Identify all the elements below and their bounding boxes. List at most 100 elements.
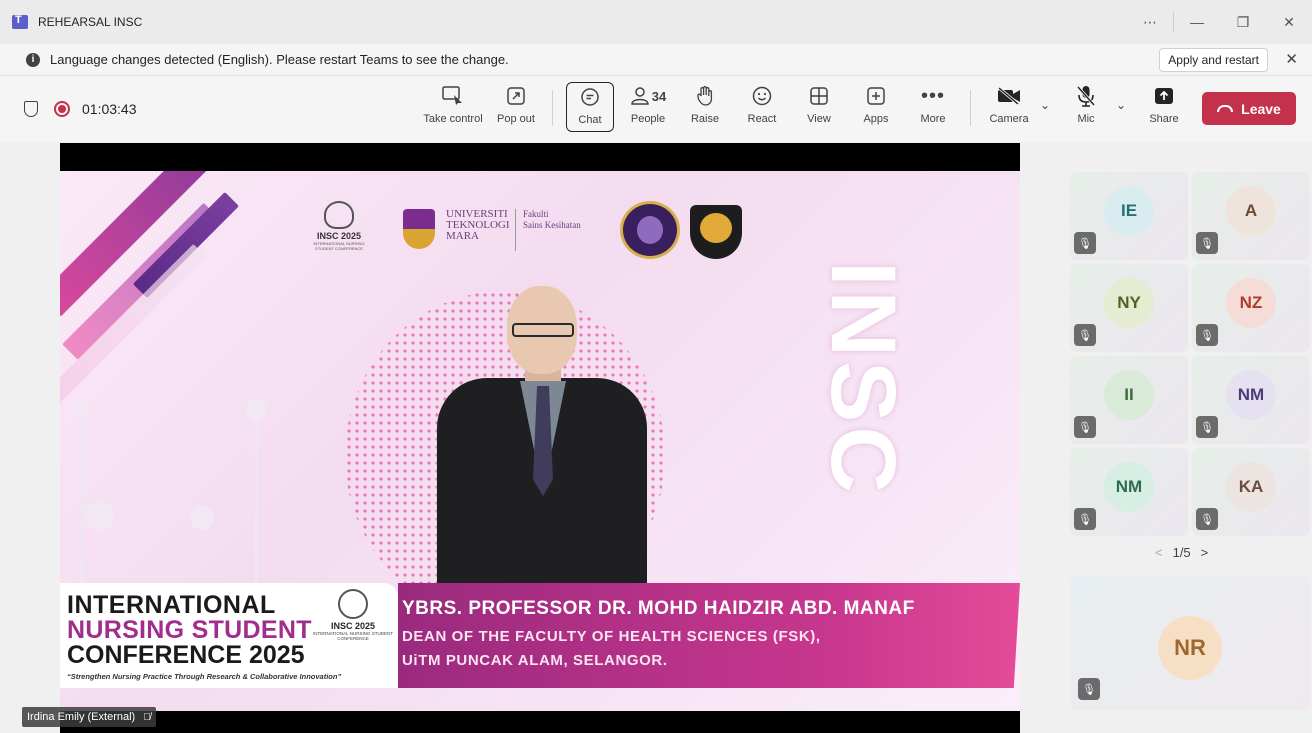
toolbar-divider-2: [970, 90, 971, 126]
avatar: KA: [1226, 462, 1276, 512]
participant-tile[interactable]: NM 🎙: [1192, 356, 1310, 444]
restore-icon[interactable]: ❐: [1220, 0, 1266, 44]
avatar: NR: [1158, 616, 1222, 680]
view-label: View: [807, 113, 831, 125]
participant-tile[interactable]: KA 🎙: [1192, 448, 1310, 536]
shield-icon[interactable]: [24, 101, 38, 117]
leave-label: Leave: [1241, 100, 1281, 117]
insc-logo-badge: [324, 201, 354, 229]
participant-tile[interactable]: NZ 🎙: [1192, 264, 1310, 352]
insc-vertical-title: INSC: [812, 261, 914, 497]
insc-logo-subtitle: INTERNATIONAL NURSING STUDENT CONFERENCE: [313, 241, 365, 251]
next-page-icon[interactable]: >: [1201, 545, 1209, 560]
pop-out-button[interactable]: Pop out: [494, 84, 538, 136]
presenter-name-tag: Irdina Emily (External) 🎙̸: [22, 707, 156, 727]
people-button[interactable]: 34 People: [626, 84, 670, 136]
more-options-icon[interactable]: ⋯: [1127, 0, 1173, 44]
muted-mic-icon: 🎙: [1074, 508, 1096, 530]
apps-button[interactable]: Apps: [858, 84, 894, 136]
take-control-button[interactable]: Take control: [421, 84, 485, 136]
take-control-icon: [442, 84, 464, 108]
insc-logo-lower-badge: [338, 589, 368, 619]
decorative-node-2: [245, 399, 267, 421]
leave-button[interactable]: Leave: [1202, 92, 1296, 125]
conference-title-panel: INTERNATIONAL NURSING STUDENT CONFERENCE…: [60, 583, 398, 688]
share-button[interactable]: Share: [1146, 84, 1182, 136]
title-bar: REHEARSAL INSC ⋯ — ❐ ✕: [0, 0, 1312, 44]
participant-tile[interactable]: NY 🎙: [1070, 264, 1188, 352]
featured-participant-tile[interactable]: NR 🎙: [1070, 576, 1310, 710]
page-indicator: 1/5: [1172, 545, 1191, 560]
chat-label: Chat: [578, 114, 602, 126]
chat-icon: [580, 85, 600, 109]
mic-label: Mic: [1077, 113, 1095, 125]
react-icon: [752, 84, 772, 108]
mic-off-icon: 🎙̸: [143, 711, 151, 723]
participant-tile[interactable]: II 🎙: [1070, 356, 1188, 444]
people-icon: [631, 87, 649, 105]
apps-label: Apps: [863, 113, 889, 125]
decorative-line: [80, 411, 83, 591]
apply-and-restart-button[interactable]: Apply and restart: [1159, 48, 1268, 72]
react-button[interactable]: React: [744, 84, 780, 136]
avatar: NZ: [1226, 278, 1276, 328]
faculty-wordmark: Fakulti Sains Kesihatan: [523, 209, 581, 231]
muted-mic-icon: 🎙: [1074, 232, 1096, 254]
camera-options-chevron-icon[interactable]: ⌄: [1040, 98, 1050, 112]
uitm-crest-logo: [403, 209, 435, 249]
decorative-node: [74, 403, 90, 419]
faculty-line: Fakulti: [523, 209, 549, 219]
insc-logo-lower: INSC 2025 INTERNATIONAL NURSING STUDENT …: [313, 589, 393, 641]
muted-mic-icon: 🎙: [1078, 678, 1100, 700]
muted-mic-icon: 🎙: [1196, 324, 1218, 346]
muted-mic-icon: 🎙: [1196, 508, 1218, 530]
insc-logo-lower-subtitle: INTERNATIONAL NURSING STUDENT CONFERENCE: [313, 631, 394, 641]
hang-up-icon: [1217, 105, 1234, 112]
mic-button[interactable]: Mic: [1070, 84, 1102, 136]
people-icon-wrap: 34: [630, 84, 666, 108]
uitm-wordmark: UNIVERSITI TEKNOLOGI MARA: [446, 209, 510, 242]
avatar: NY: [1104, 278, 1154, 328]
camera-button[interactable]: Camera: [988, 84, 1030, 136]
camera-label: Camera: [989, 113, 1029, 125]
teams-logo-icon: [12, 14, 28, 29]
participant-tile[interactable]: A 🎙: [1192, 172, 1310, 260]
minimize-icon[interactable]: —: [1174, 0, 1220, 44]
more-button[interactable]: ••• More: [915, 84, 951, 136]
shared-screen: INSC INSC 2025 INTERNATIONAL NURSING STU…: [60, 143, 1020, 733]
window-controls: ⋯ — ❐ ✕: [1127, 0, 1312, 44]
notification-bar: i Language changes detected (English). P…: [0, 44, 1312, 76]
notification-close-icon[interactable]: ✕: [1285, 50, 1298, 68]
chat-button[interactable]: Chat: [566, 82, 614, 132]
mic-options-chevron-icon[interactable]: ⌄: [1116, 98, 1126, 112]
speaker-glasses: [512, 323, 574, 337]
participant-tile[interactable]: IE 🎙: [1070, 172, 1188, 260]
presentation-slide: INSC INSC 2025 INTERNATIONAL NURSING STU…: [60, 171, 1020, 711]
avatar: NM: [1226, 370, 1276, 420]
nusa-logo: [620, 201, 680, 259]
previous-page-icon[interactable]: <: [1155, 545, 1163, 560]
view-button[interactable]: View: [801, 84, 837, 136]
muted-mic-icon: 🎙: [1196, 232, 1218, 254]
speaker-video: [437, 286, 647, 586]
lower-third: INTERNATIONAL NURSING STUDENT CONFERENCE…: [60, 583, 1020, 688]
insc-logo-title: INSC 2025: [316, 231, 362, 241]
decorative-line-2: [255, 411, 258, 591]
camera-off-icon: [997, 84, 1021, 108]
people-count: 34: [651, 88, 667, 104]
mic-off-icon: [1076, 84, 1096, 108]
more-icon: •••: [920, 84, 945, 107]
avatar: IE: [1104, 186, 1154, 236]
close-icon[interactable]: ✕: [1266, 0, 1312, 44]
participant-tile[interactable]: NM 🎙: [1070, 448, 1188, 536]
insc-logo-lower-title: INSC 2025: [330, 621, 376, 631]
pop-out-label: Pop out: [497, 113, 535, 125]
raise-hand-button[interactable]: Raise: [687, 84, 723, 136]
decorative-node-3: [190, 506, 214, 530]
raise-hand-icon: [696, 84, 714, 108]
react-label: React: [747, 113, 777, 125]
society-shield-logo: [690, 205, 742, 259]
toolbar-divider: [552, 90, 553, 126]
avatar: A: [1226, 186, 1276, 236]
apps-icon: [867, 84, 885, 108]
